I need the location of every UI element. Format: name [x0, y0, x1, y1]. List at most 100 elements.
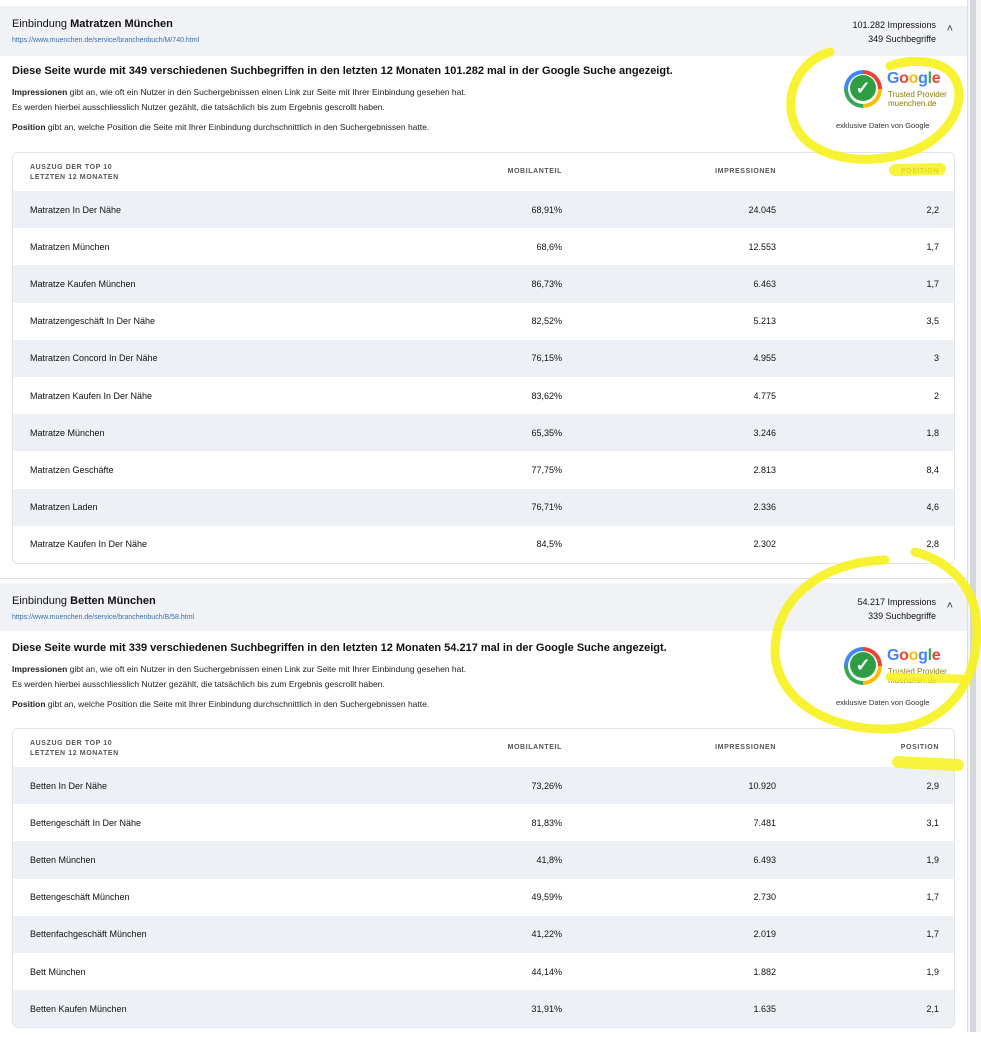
section-url-link[interactable]: https://www.muenchen.de/service/branchen…: [12, 614, 194, 621]
table-row[interactable]: Matratzen Geschäfte 77,75% 2.813 8,4: [13, 451, 954, 488]
impressions-cell: 2.813: [753, 464, 776, 475]
description: Impressionen gibt an, wie oft ein Nutzer…: [12, 85, 712, 135]
desc-position-text: gibt an, welche Position die Seite mit I…: [45, 699, 430, 709]
keyword-cell: Bettengeschäft München: [30, 892, 130, 903]
mobile-share-cell: 41,8%: [536, 854, 562, 865]
scrollbar-thumb[interactable]: [970, 0, 976, 1032]
desc-impressions-text: gibt an, wie oft ein Nutzer in den Suche…: [67, 87, 467, 97]
table-row[interactable]: Matratzengeschäft In Der Nähe 82,52% 5.213…: [13, 303, 954, 340]
position-cell: 2,8: [926, 539, 939, 550]
section-url-link[interactable]: https://www.muenchen.de/service/branchen…: [12, 37, 199, 44]
impressions-cell: 1.635: [753, 1003, 776, 1014]
th-position[interactable]: POSITION: [901, 168, 939, 175]
th-mobile[interactable]: MOBILANTEIL: [508, 168, 562, 175]
table-row[interactable]: Matratze Kaufen München 86,73% 6.463 1,7: [13, 265, 954, 303]
table-row[interactable]: Betten München 41,8% 6.493 1,9: [13, 841, 954, 879]
section-header[interactable]: Einbindung Betten München https://www.mu…: [0, 583, 967, 631]
impressions-cell: 4.955: [753, 353, 776, 364]
section-title: Einbindung Matratzen München: [12, 18, 173, 30]
table-row[interactable]: Matratzen Laden 76,71% 2.336 4,6: [13, 488, 954, 526]
mobile-share-cell: 65,35%: [531, 427, 562, 438]
position-cell: 3: [933, 353, 939, 364]
checkmark-icon: ✓: [850, 75, 876, 101]
th-position[interactable]: POSITION: [901, 744, 939, 751]
queries-total: 339 Suchbegriffe: [868, 611, 936, 621]
impressions-cell: 24.045: [748, 204, 776, 215]
badge-line2: muenchen.de: [888, 676, 937, 685]
section-title: Einbindung Betten München: [12, 595, 156, 607]
desc-users: Es werden hierbei ausschliesslich Nutzer…: [12, 679, 385, 689]
table-row[interactable]: Matratzen Concord In Der Nähe 76,15% 4.955…: [13, 339, 954, 377]
mobile-share-cell: 31,91%: [531, 1003, 562, 1014]
keyword-cell: Bettenfachgeschäft München: [30, 929, 147, 940]
collapse-chevron-icon[interactable]: ˄: [947, 600, 953, 612]
position-cell: 1,7: [926, 278, 939, 289]
impressions-cell: 5.213: [753, 316, 776, 327]
table-row[interactable]: Matratzen In Der Nähe 68,91% 24.045 2,2: [13, 191, 954, 229]
th-mobile[interactable]: MOBILANTEIL: [508, 744, 562, 751]
section-header[interactable]: Einbindung Matratzen München https://www…: [0, 6, 967, 56]
table-row[interactable]: Matratzen München 68,6% 12.553 1,7: [13, 228, 954, 265]
position-cell: 1,7: [926, 892, 939, 903]
desc-impressions: Impressionen gibt an, wie oft ein Nutzer…: [12, 85, 712, 100]
table-row[interactable]: Betten In Der Nähe 73,26% 10.920 2,9: [13, 767, 954, 805]
embedding-section-matratzen: Einbindung Matratzen München https://www…: [0, 0, 967, 578]
badge-line2: muenchen.de: [888, 99, 937, 108]
keyword-cell: Matratzen München: [30, 241, 110, 252]
mobile-share-cell: 68,91%: [531, 204, 562, 215]
impressions-cell: 7.481: [753, 817, 776, 828]
keyword-cell: Matratzen In Der Nähe: [30, 204, 122, 215]
google-logo: Google: [887, 647, 941, 664]
keyword-cell: Matratzen Laden: [30, 502, 98, 513]
table-row[interactable]: Bettenfachgeschäft München 41,22% 2.019 1,7: [13, 915, 954, 953]
position-cell: 2,1: [926, 1003, 939, 1014]
keyword-cell: Matratzengeschäft In Der Nähe: [30, 316, 156, 327]
summary-headline: Diese Seite wurde mit 349 verschiedenen …: [12, 65, 673, 77]
badge-line1: Trusted Provider: [888, 667, 947, 676]
position-cell: 3,1: [926, 817, 939, 828]
table-row[interactable]: Bett München 44,14% 1.882 1,9: [13, 953, 954, 990]
position-cell: 1,8: [926, 427, 939, 438]
impressions-cell: 2.730: [753, 892, 776, 903]
desc-impressions-term: Impressionen: [12, 87, 68, 97]
desc-impressions: Impressionen gibt an, wie oft ein Nutzer…: [12, 662, 712, 677]
impressions-cell: 2.302: [753, 539, 776, 550]
impressions-cell: 1.882: [753, 966, 776, 977]
table-row[interactable]: Matratzen Kaufen In Der Nähe 83,62% 4.775 2: [13, 377, 954, 414]
badge-subtitle: Trusted Provider muenchen.de: [888, 667, 947, 685]
table-header: AUSZUG DER TOP 10 LETZTEN 12 MONATEN MOB…: [13, 729, 954, 767]
desc-position: Position gibt an, welche Position die Se…: [12, 697, 712, 712]
position-cell: 1,7: [926, 241, 939, 252]
badge-line1: Trusted Provider: [888, 90, 947, 99]
th-impressions[interactable]: IMPRESSIONEN: [715, 168, 776, 175]
impressions-cell: 10.920: [748, 780, 776, 791]
keyword-table: AUSZUG DER TOP 10 LETZTEN 12 MONATEN MOB…: [12, 728, 955, 1029]
desc-position: Position gibt an, welche Position die Se…: [12, 120, 712, 135]
section-title-name: Matratzen München: [70, 18, 173, 30]
section-stats: 54.217 Impressions 339 Suchbegriffe: [857, 595, 936, 623]
table-row[interactable]: Betten Kaufen München 31,91% 1.635 2,1: [13, 990, 954, 1028]
section-title-prefix: Einbindung: [12, 18, 68, 30]
keyword-cell: Bett München: [30, 966, 86, 977]
position-cell: 2,2: [926, 204, 939, 215]
table-row[interactable]: Matratze Kaufen In Der Nähe 84,5% 2.302 2,8: [13, 526, 954, 563]
impressions-cell: 4.775: [753, 390, 776, 401]
position-cell: 1,9: [926, 966, 939, 977]
mobile-share-cell: 82,52%: [531, 316, 562, 327]
collapse-chevron-icon[interactable]: ˄: [947, 23, 953, 35]
position-cell: 1,9: [926, 854, 939, 865]
th-impressions[interactable]: IMPRESSIONEN: [715, 744, 776, 751]
mobile-share-cell: 84,5%: [536, 539, 562, 550]
position-cell: 3,5: [926, 316, 939, 327]
keyword-cell: Matratzen Concord In Der Nähe: [30, 353, 158, 364]
table-row[interactable]: Matratze München 65,35% 3.246 1,8: [13, 414, 954, 452]
impressions-cell: 12.553: [748, 241, 776, 252]
mobile-share-cell: 44,14%: [531, 966, 562, 977]
keyword-cell: Bettengeschäft In Der Nähe: [30, 817, 142, 828]
mobile-share-cell: 41,22%: [531, 929, 562, 940]
badge-subtitle: Trusted Provider muenchen.de: [888, 90, 947, 108]
table-row[interactable]: Bettengeschäft München 49,59% 2.730 1,7: [13, 879, 954, 916]
desc-users: Es werden hierbei ausschliesslich Nutzer…: [12, 102, 385, 112]
table-row[interactable]: Bettengeschäft In Der Nähe 81,83% 7.481 3,1: [13, 804, 954, 841]
section-stats: 101.282 Impressions 349 Suchbegriffe: [852, 18, 936, 46]
